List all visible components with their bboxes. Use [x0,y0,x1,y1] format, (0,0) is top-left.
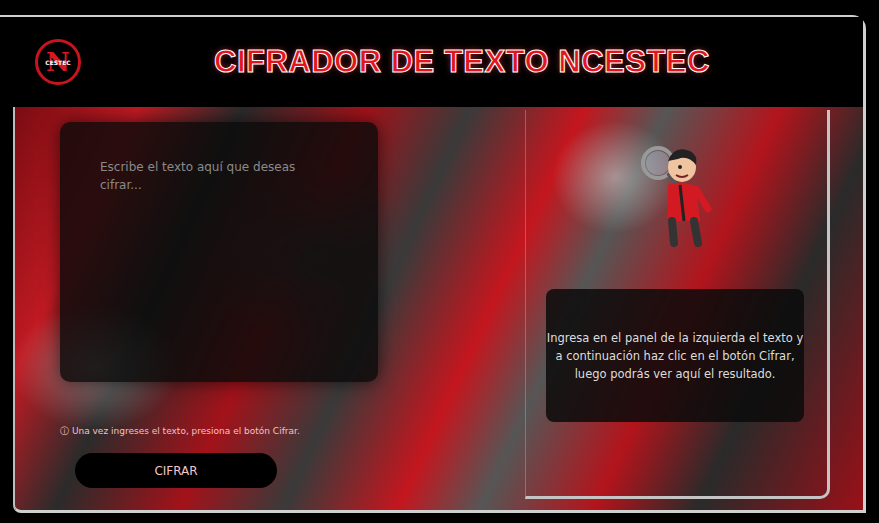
logo-icon: N CESTEC [35,39,81,85]
hint: ⓘ Una vez ingreses el texto, presiona el… [60,424,525,438]
output-text: Ingresa en el panel de la izquierda el t… [546,329,804,383]
header: N CESTEC CIFRADOR DE TEXTO NCESTEC [0,17,863,107]
input-column: ⓘ Una vez ingreses el texto, presiona el… [15,107,525,510]
app-frame: N CESTEC CIFRADOR DE TEXTO NCESTEC ⓘ Una… [0,15,866,513]
output-box: Ingresa en el panel de la izquierda el t… [546,289,804,422]
cipher-button[interactable]: CIFRAR [75,453,277,488]
detective-icon [638,143,718,247]
main-area: ⓘ Una vez ingreses el texto, presiona el… [13,107,863,513]
info-icon: ⓘ [60,426,69,436]
output-panel: Ingresa en el panel de la izquierda el t… [525,110,830,499]
logo-text: CESTEC [38,60,78,66]
hint-text: Una vez ingreses el texto, presiona el b… [72,426,300,436]
text-input[interactable] [60,122,378,382]
page-title: CIFRADOR DE TEXTO NCESTEC [214,43,710,80]
